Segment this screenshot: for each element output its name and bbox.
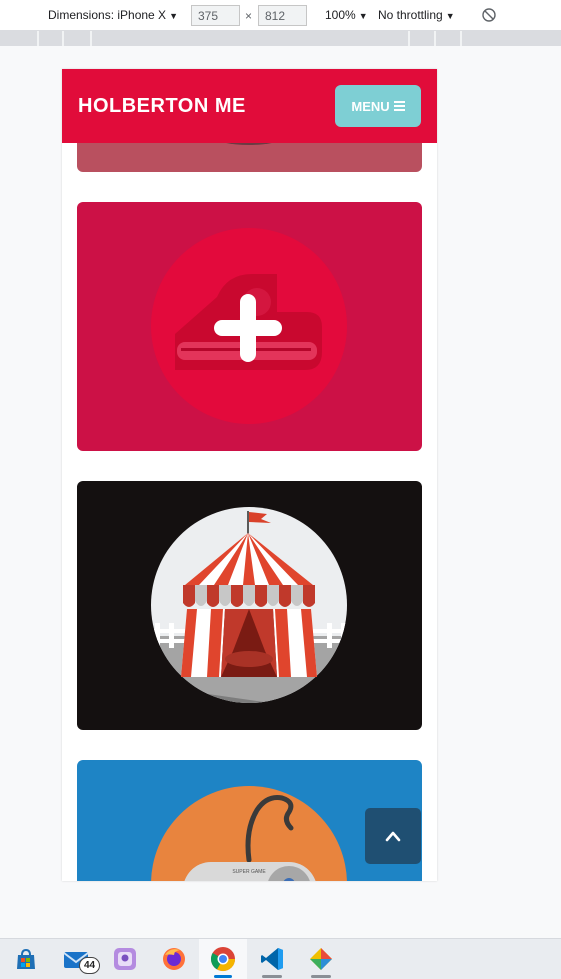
vscode-icon[interactable]: [258, 945, 286, 973]
firefox-icon[interactable]: [160, 945, 188, 973]
circus-tent-icon: [151, 507, 347, 703]
brand-title[interactable]: HOLBERTON ME: [78, 95, 246, 118]
zoom-label: 100%: [325, 8, 356, 22]
device-viewport: SUPER GAME HOLBERTON ME MENU: [62, 69, 437, 881]
dropdown-caret-icon: ▼: [169, 11, 178, 21]
menu-label: MENU: [351, 98, 390, 114]
throttling-label: No throttling: [378, 8, 443, 22]
running-app-indicator: [311, 975, 331, 978]
media-query-ruler: [0, 31, 561, 46]
device-select[interactable]: Dimensions: iPhone X ▼: [48, 8, 178, 22]
add-card[interactable]: [77, 202, 422, 451]
mail-badge: 44: [79, 957, 100, 974]
height-input[interactable]: 812: [258, 5, 307, 26]
devtools-toolbar: Dimensions: iPhone X ▼ 375 × 812 100% ▼ No…: [0, 0, 561, 31]
running-app-indicator: [262, 975, 282, 978]
rotate-icon[interactable]: [481, 7, 497, 26]
times-symbol: ×: [245, 9, 253, 23]
git-icon[interactable]: [307, 945, 335, 973]
photos-icon[interactable]: [111, 945, 139, 973]
zoom-select[interactable]: 100% ▼: [325, 8, 368, 22]
site-header: HOLBERTON ME MENU: [62, 69, 437, 143]
circus-card[interactable]: [77, 481, 422, 730]
width-input[interactable]: 375: [191, 5, 240, 26]
windows-store-icon[interactable]: [12, 945, 40, 973]
dropdown-caret-icon: ▼: [358, 11, 368, 21]
plus-icon: [151, 228, 347, 424]
menu-button[interactable]: MENU: [335, 85, 421, 127]
device-label: Dimensions: iPhone X: [48, 8, 167, 22]
active-app-indicator: [214, 975, 232, 978]
chrome-icon[interactable]: [209, 945, 237, 973]
dropdown-caret-icon: ▼: [445, 11, 455, 21]
chevron-up-icon: [385, 831, 401, 842]
throttling-select[interactable]: No throttling ▼: [378, 8, 455, 22]
controller-text: SUPER GAME: [232, 869, 266, 875]
hamburger-icon: [393, 101, 405, 111]
scroll-top-button[interactable]: [365, 808, 421, 864]
